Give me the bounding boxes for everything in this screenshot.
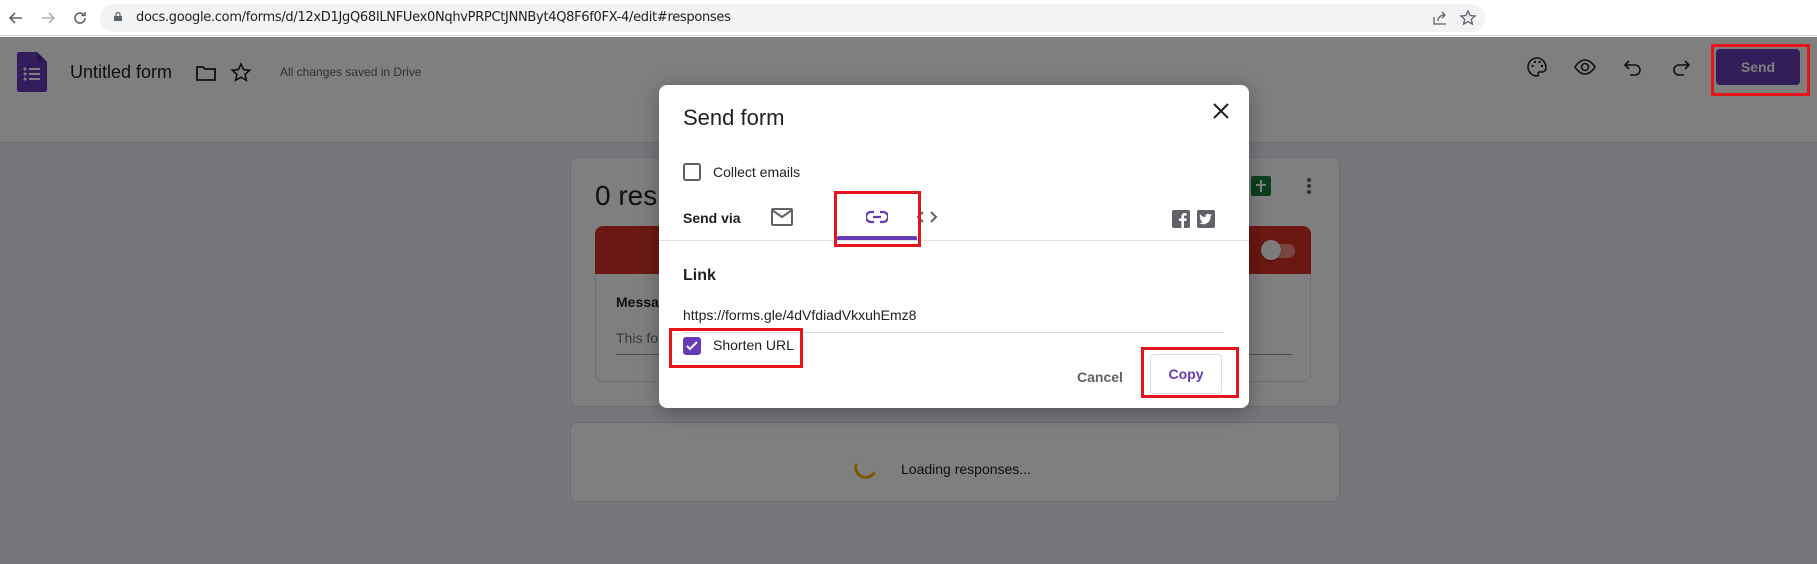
tabs-divider — [659, 240, 1249, 241]
collect-emails-label: Collect emails — [713, 164, 801, 180]
annotation-link-tab — [834, 191, 921, 247]
annotation-copy-button — [1141, 347, 1239, 398]
dialog-title: Send form — [683, 105, 785, 130]
send-via-label: Send via — [683, 210, 741, 226]
link-label: Link — [683, 267, 716, 284]
reload-icon[interactable] — [68, 6, 92, 30]
share-icon[interactable] — [1430, 8, 1450, 28]
url-text[interactable]: docs.google.com/forms/d/12xD1JgQ68ILNFUe… — [136, 10, 731, 25]
tab-email[interactable] — [758, 193, 806, 241]
facebook-icon[interactable] — [1172, 210, 1190, 228]
lock-icon — [114, 12, 122, 21]
close-icon[interactable] — [1209, 99, 1233, 123]
mail-icon — [771, 208, 793, 226]
annotation-shorten-url — [669, 328, 803, 368]
address-bar[interactable]: docs.google.com/forms/d/12xD1JgQ68ILNFUe… — [100, 4, 1485, 32]
forward-icon[interactable] — [36, 6, 60, 30]
browser-toolbar: docs.google.com/forms/d/12xD1JgQ68ILNFUe… — [0, 0, 1817, 36]
twitter-icon[interactable] — [1197, 210, 1215, 228]
cancel-button[interactable]: Cancel — [1065, 362, 1135, 392]
back-icon[interactable] — [4, 6, 28, 30]
collect-emails-checkbox[interactable] — [683, 163, 701, 181]
annotation-send-button — [1711, 44, 1810, 96]
bookmark-star-icon[interactable] — [1458, 8, 1478, 28]
